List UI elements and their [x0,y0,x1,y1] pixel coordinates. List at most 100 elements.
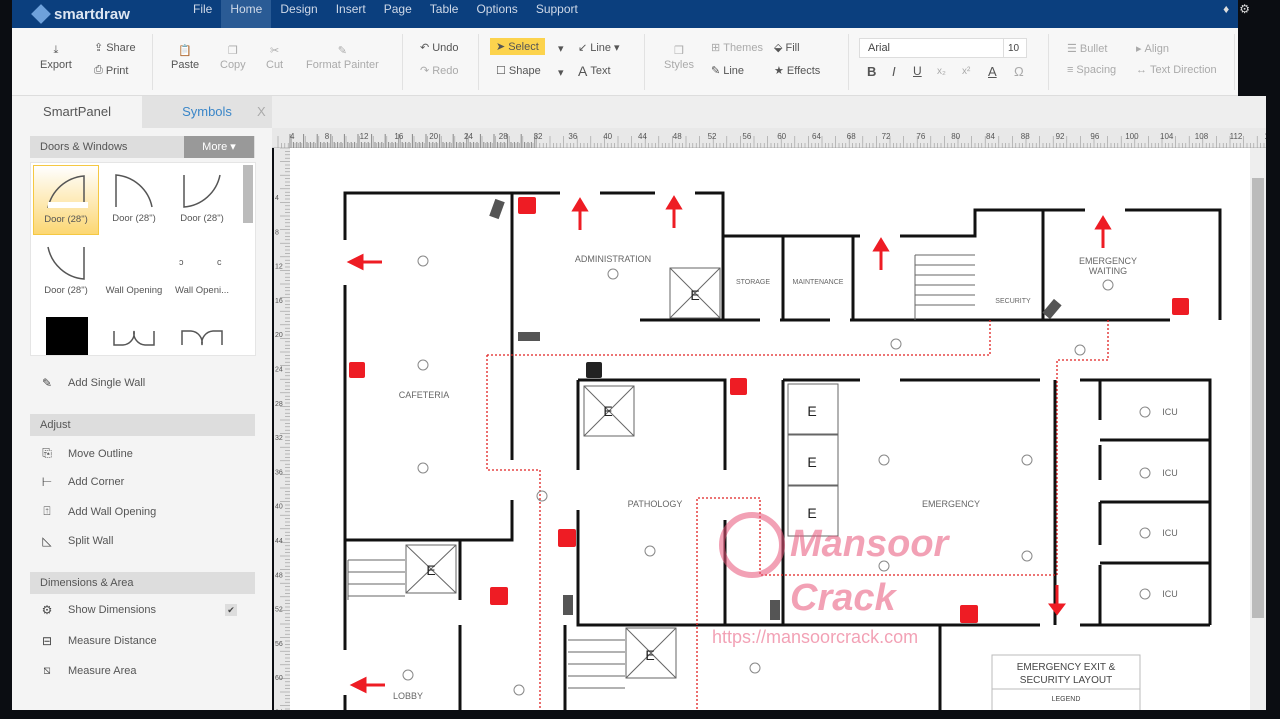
symbol-door-3[interactable]: Door (28") [169,165,235,235]
panel-tab-strip [272,96,1266,128]
more-button[interactable]: More ▾ [184,136,254,158]
add-single-wall[interactable]: ✎ Add Single Wall [40,376,145,390]
paste-label: Paste [171,59,200,71]
styles-button[interactable]: ❒ Styles [664,44,694,71]
scrollbar-thumb[interactable] [1252,178,1264,618]
ruler-tick-label: 76 [916,132,925,141]
notification-icon[interactable]: ♦ [1223,2,1229,16]
ruler-tick-label: 104 [1160,132,1174,141]
add-corner[interactable]: ⊢ Add Corner [40,475,125,489]
fill-button[interactable]: ⬙ Fill [774,41,800,55]
menu-page[interactable]: Page [375,0,421,28]
legend-box: EMERGENCY EXIT & SECURITY LAYOUT LEGEND [991,654,1141,716]
symbol-wall-opening[interactable]: Wall Opening [101,237,167,307]
text-direction-button[interactable]: ↔ Text Direction [1136,64,1217,76]
line-button[interactable]: ↙ Line ▾ [578,41,620,55]
format-painter-button[interactable]: ✎ Format Painter [306,44,379,71]
menu-home[interactable]: Home [221,0,272,28]
ruler-tick-label: 108 [1195,132,1209,141]
ruler-tick-label: 40 [275,504,283,511]
share-icon: ⇪ [94,42,104,54]
show-dimensions-checkbox[interactable]: ✔ [225,604,237,616]
room-icu: ICU [1162,589,1178,599]
symbol-double-door-2[interactable] [169,309,235,355]
text-button[interactable]: A Text [578,63,611,79]
styles-icon: ❒ [674,45,684,57]
font-family-input[interactable]: Arial [859,38,1004,58]
copy-button[interactable]: ❐ Copy [220,44,246,71]
split-wall[interactable]: ◺ Split Wall [40,534,113,548]
ruler-tick-label: 8 [325,132,330,141]
line-label: Line [590,41,612,54]
font-size-input[interactable]: 10 [1003,38,1027,58]
themes-button[interactable]: ⊞ Themes [711,41,763,55]
menu-table[interactable]: Table [421,0,468,28]
italic-button[interactable]: I [892,64,896,79]
menu-support[interactable]: Support [527,0,587,28]
line-style-button[interactable]: ✎ Line [711,64,744,78]
spacing-button[interactable]: ≡ Spacing [1067,64,1116,76]
symbol-door-2[interactable]: Door (28") [101,165,167,235]
measure-distance-label: Measure Distance [68,635,157,647]
room-icu: ICU [1162,407,1178,417]
shape-button[interactable]: ☐ Shape [496,64,541,78]
elevator-label: E [603,403,612,419]
shape-dropdown[interactable]: ▾ [558,66,564,79]
symbol-scrollbar[interactable] [243,165,253,223]
export-button[interactable]: ⤓ Export [40,44,72,71]
select-button[interactable]: ➤ Select [490,38,545,55]
cut-icon: ✂ [269,45,280,57]
select-dropdown[interactable]: ▾ [558,42,564,55]
ruler-tick-label: 24 [464,132,473,141]
dimensions-header: Dimensions & Area [30,572,255,594]
symbol-door-4[interactable]: Door (28") [33,237,99,307]
superscript-button[interactable]: x² [962,66,970,77]
menu-design[interactable]: Design [271,0,326,28]
tab-symbols[interactable]: Symbols [142,96,272,128]
symbol-window-solid[interactable] [33,309,99,355]
font-color-button[interactable]: A [988,64,997,79]
room-icu: ICU [1162,468,1178,478]
symbol-door-1[interactable]: Door (28") [33,165,99,235]
elevator-label: E [426,562,435,578]
print-button[interactable]: ⎙ Print [94,64,128,77]
pointer-icon: ➤ [496,41,506,53]
measure-area[interactable]: ⧅ Measure Area [40,663,136,678]
settings-icon[interactable]: ⚙ [1239,2,1250,16]
add-wall-opening[interactable]: ⍐ Add Wall Opening [40,504,156,519]
align-button[interactable]: ▸ Align [1136,42,1169,56]
subscript-button[interactable]: x₂ [937,66,946,77]
close-panel-button[interactable]: X [257,104,266,119]
menu-file[interactable]: File [184,0,221,28]
ruler-tick-label: 4 [290,132,295,141]
menu-insert[interactable]: Insert [327,0,375,28]
symbol-wall-opening-2[interactable]: ɔ c Wall Openi... [169,237,235,307]
svg-text:c: c [217,257,222,267]
underline-button[interactable]: U [913,64,922,78]
show-dimensions[interactable]: ⚙ Show Dimensions [40,603,156,617]
move-outline[interactable]: ⎘ Move Outline [40,446,133,461]
tab-smartpanel[interactable]: SmartPanel [12,96,142,128]
bold-button[interactable]: B [867,64,876,79]
redo-icon: ↷ [420,65,430,77]
menu-options[interactable]: Options [467,0,526,28]
print-icon: ⎙ [94,64,103,76]
symbol-double-door-1[interactable] [101,309,167,355]
move-outline-label: Move Outline [68,447,133,460]
ruler-tick-label: 68 [847,132,856,141]
ruler-tick-label: 52 [708,132,717,141]
cut-button[interactable]: ✂ Cut [266,44,283,71]
bullet-button[interactable]: ☰ Bullet [1067,42,1107,56]
drawing-canvas[interactable]: ADMINISTRATION STORAGE MAINTENANCE SECUR… [290,148,1250,716]
symbol-button[interactable]: Ω [1014,64,1024,79]
redo-button[interactable]: ↷ Redo [420,64,459,78]
paste-button[interactable]: 📋 Paste [171,44,199,71]
undo-button[interactable]: ↶ Undo [420,41,459,55]
legend-title-1: EMERGENCY EXIT & [1017,662,1116,673]
watermark: Mansoor Crack https://mansoorcrack.com [712,512,951,647]
effects-button[interactable]: ★ Effects [774,64,820,78]
ruler-tick-label: 60 [777,132,786,141]
measure-distance[interactable]: ⊟ Measure Distance [40,634,157,648]
symbol-label: Wall Opening [105,285,163,296]
share-button[interactable]: ⇪ Share [94,41,136,55]
